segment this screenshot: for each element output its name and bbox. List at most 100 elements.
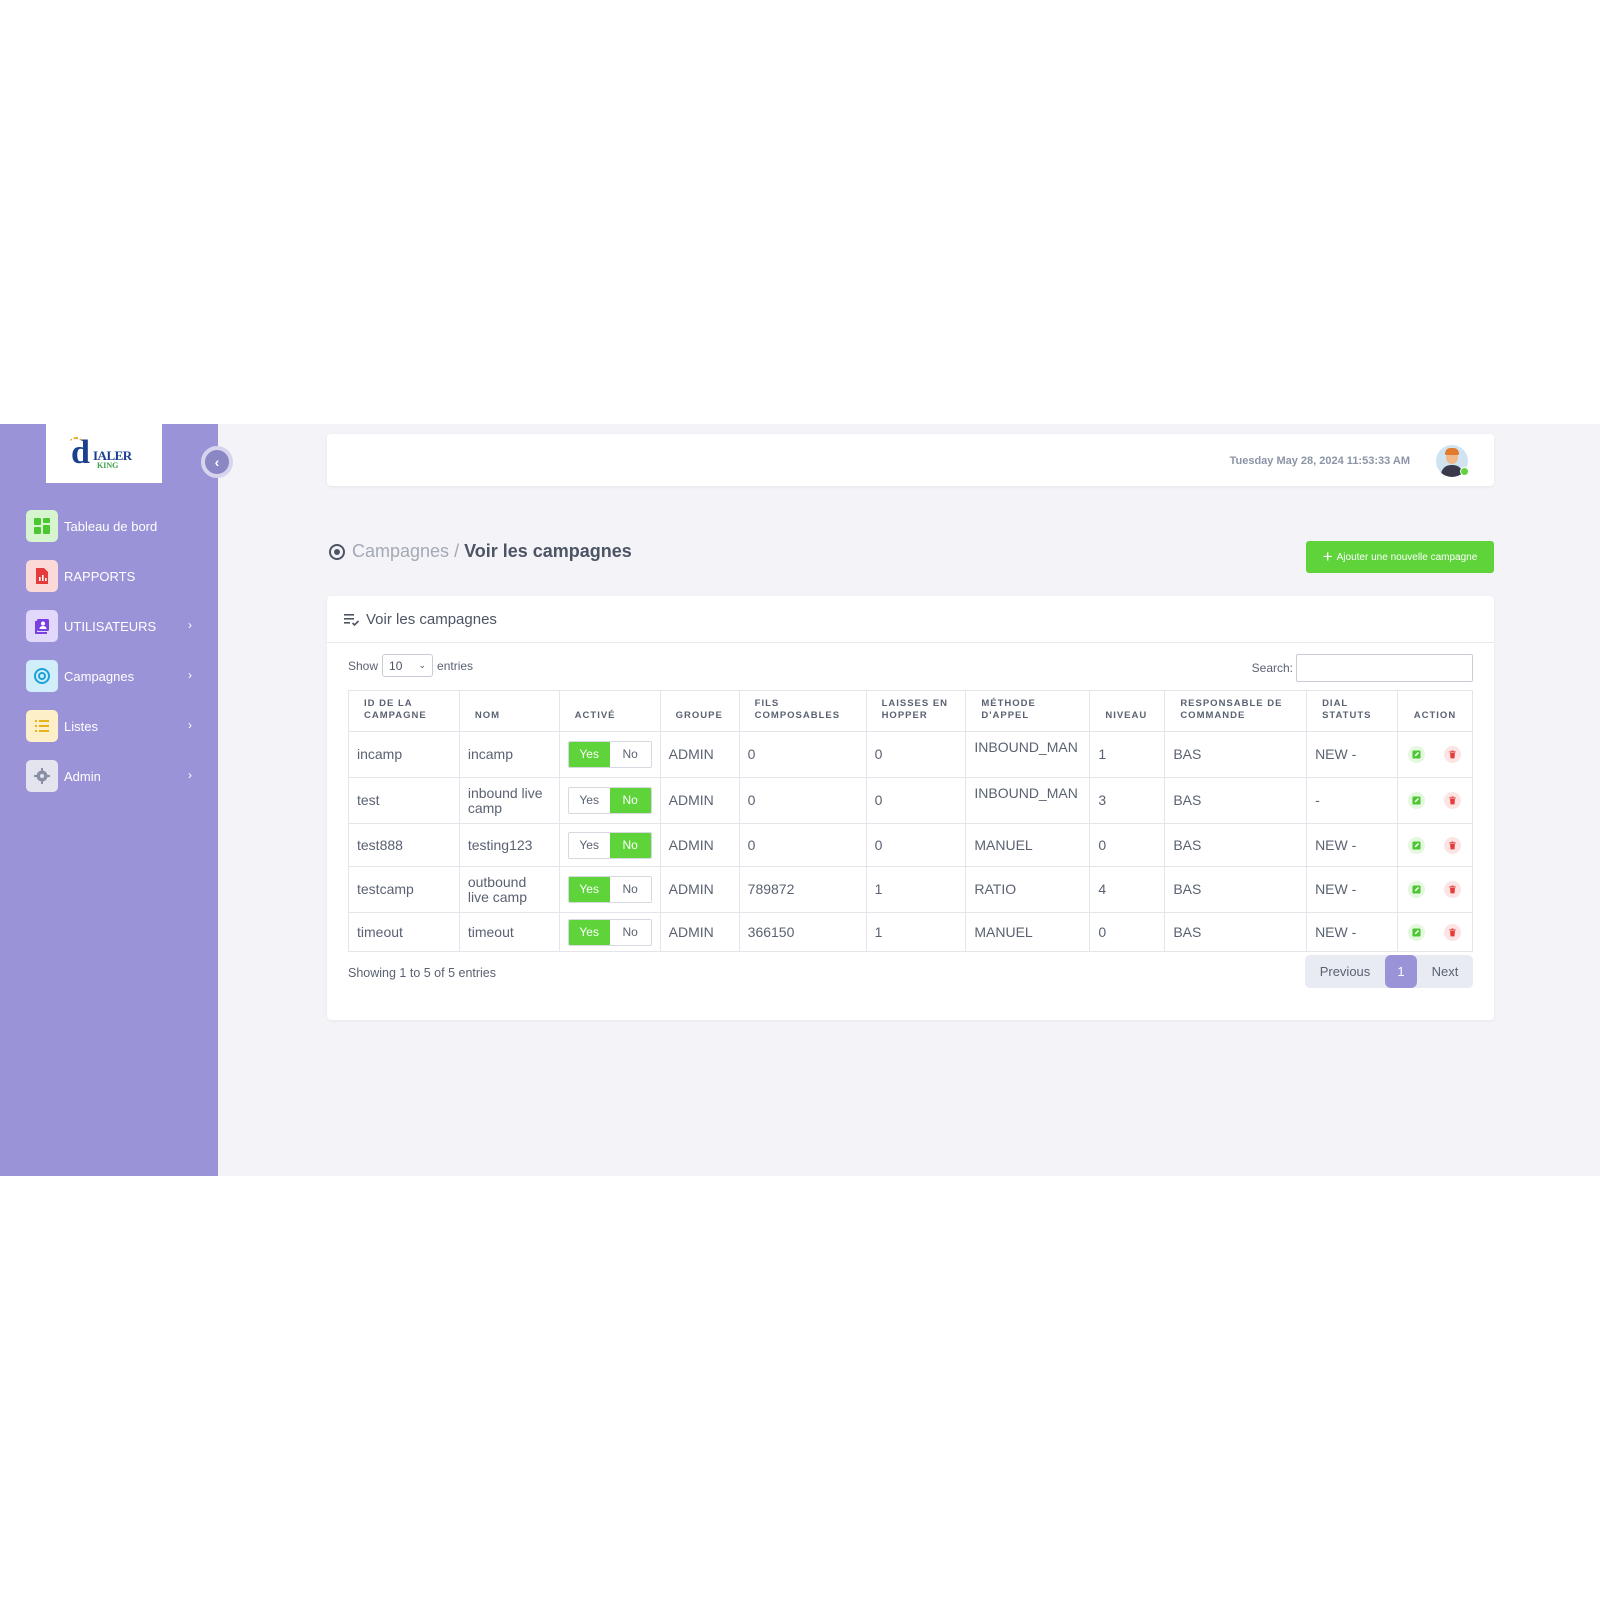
- logo[interactable]: d IALER KING: [46, 424, 162, 483]
- add-campaign-button[interactable]: + Ajouter une nouvelle campagne: [1306, 541, 1494, 573]
- active-toggle[interactable]: Yes No: [567, 918, 652, 946]
- cell-methode: MANUEL: [965, 912, 1091, 952]
- toggle-yes[interactable]: Yes: [568, 742, 610, 767]
- cell-actions: [1396, 777, 1474, 824]
- delete-button[interactable]: [1444, 746, 1462, 763]
- toggle-no[interactable]: No: [609, 877, 651, 902]
- chevron-right-icon: ›: [188, 668, 192, 682]
- sidebar-item-campagnes[interactable]: Campagnes ›: [26, 651, 198, 701]
- column-header[interactable]: Méthode d'appel: [965, 690, 1091, 732]
- previous-page-button[interactable]: Previous: [1305, 964, 1385, 979]
- cell-responsable: BAS: [1164, 777, 1308, 824]
- sidebar-nav: Tableau de bord RAPPORTS UTILISATEURS ›: [26, 501, 198, 801]
- sidebar-item-listes[interactable]: Listes ›: [26, 701, 198, 751]
- delete-button[interactable]: [1444, 792, 1462, 809]
- column-header[interactable]: Laisses en hopper: [865, 690, 967, 732]
- delete-button[interactable]: [1444, 836, 1462, 854]
- logo-letter: d: [71, 433, 90, 471]
- trash-icon: [1449, 927, 1457, 936]
- active-toggle[interactable]: Yes No: [567, 741, 652, 768]
- cell-hopper: 0: [865, 823, 967, 867]
- column-header[interactable]: Nom: [458, 690, 560, 732]
- cell-methode: MANUEL: [965, 823, 1091, 867]
- toggle-no[interactable]: No: [609, 788, 651, 813]
- delete-button[interactable]: [1444, 923, 1462, 941]
- active-toggle[interactable]: Yes No: [567, 876, 652, 903]
- cell-fils: 789872: [738, 866, 867, 913]
- column-header[interactable]: Activé: [558, 690, 661, 732]
- sidebar-item-label: Admin: [64, 768, 101, 784]
- toggle-yes[interactable]: Yes: [568, 919, 610, 945]
- cell-id: timeout: [348, 912, 460, 952]
- column-header[interactable]: Niveau: [1089, 690, 1166, 732]
- column-header[interactable]: Fils composables: [738, 690, 867, 732]
- sidebar-item-label: Tableau de bord: [64, 518, 158, 534]
- toggle-yes[interactable]: Yes: [568, 788, 610, 813]
- delete-button[interactable]: [1444, 881, 1462, 898]
- gear-icon: [26, 760, 58, 792]
- cell-statuts: -: [1306, 777, 1398, 824]
- toggle-no[interactable]: No: [609, 832, 651, 858]
- edit-button[interactable]: [1408, 746, 1426, 763]
- edit-button[interactable]: [1408, 923, 1426, 941]
- toggle-yes[interactable]: Yes: [568, 877, 610, 902]
- cell-groupe: ADMIN: [659, 912, 740, 952]
- sidebar-item-utilisateurs[interactable]: UTILISATEURS ›: [26, 601, 198, 651]
- page-1-button[interactable]: 1: [1385, 955, 1417, 988]
- page-length-select[interactable]: 10 ⌄: [382, 654, 434, 677]
- toggle-yes[interactable]: Yes: [568, 832, 610, 858]
- pagination: Previous 1 Next: [1305, 955, 1473, 988]
- sidebar-collapse-button[interactable]: ‹: [201, 446, 233, 478]
- cell-niveau: 0: [1089, 912, 1166, 952]
- edit-button[interactable]: [1408, 881, 1426, 898]
- active-toggle[interactable]: Yes No: [567, 787, 652, 814]
- cell-niveau: 0: [1089, 823, 1166, 867]
- entries-label: entries: [437, 658, 474, 673]
- campaigns-card: Voir les campagnes Show 10 ⌄ entries Sea…: [327, 596, 1494, 1020]
- cell-nom: inbound live camp: [458, 777, 560, 824]
- chevron-right-icon: ›: [188, 718, 192, 732]
- toggle-no[interactable]: No: [609, 919, 651, 945]
- cell-fils: 366150: [738, 912, 867, 952]
- search-label: Search:: [1251, 661, 1293, 675]
- active-toggle[interactable]: Yes No: [567, 831, 652, 859]
- page-length-value: 10: [389, 658, 403, 673]
- sidebar-item-dashboard[interactable]: Tableau de bord: [26, 501, 198, 551]
- cell-fils: 0: [738, 823, 867, 867]
- trash-icon: [1449, 750, 1457, 759]
- table-row: timeout timeout Yes No ADMIN 366150 1 MAN…: [348, 912, 1474, 952]
- cell-active: Yes No: [558, 731, 661, 778]
- column-header[interactable]: Groupe: [659, 690, 740, 732]
- sidebar-item-admin[interactable]: Admin ›: [26, 751, 198, 801]
- cell-hopper: 1: [865, 866, 967, 913]
- breadcrumb-root[interactable]: Campagnes: [352, 541, 449, 562]
- column-header[interactable]: Responsable de commande: [1164, 690, 1308, 732]
- cell-id: test: [348, 777, 460, 824]
- column-header[interactable]: Dial statuts: [1306, 690, 1398, 732]
- breadcrumb: Campagnes / Voir les campagnes: [328, 541, 632, 562]
- campaigns-table: ID de la campagne Nom Activé Groupe Fils…: [348, 690, 1474, 952]
- search-input[interactable]: [1296, 654, 1473, 682]
- cell-fils: 0: [738, 777, 867, 824]
- top-bar: Tuesday May 28, 2024 11:53:33 AM: [327, 434, 1494, 486]
- brand-logo: d IALER KING: [69, 434, 139, 474]
- edit-button[interactable]: [1408, 836, 1426, 854]
- sidebar: d IALER KING ‹ Tableau de bord RAPPORTS: [0, 424, 233, 1176]
- app-window: d IALER KING ‹ Tableau de bord RAPPORTS: [0, 424, 1600, 1176]
- edit-button[interactable]: [1408, 792, 1426, 809]
- toggle-no[interactable]: No: [609, 742, 651, 767]
- cell-actions: [1396, 731, 1474, 778]
- cell-groupe: ADMIN: [659, 731, 740, 778]
- page-length-control: Show 10 ⌄ entries: [348, 654, 473, 677]
- cell-responsable: BAS: [1164, 866, 1308, 913]
- card-header: Voir les campagnes: [327, 596, 1494, 643]
- cell-hopper: 0: [865, 777, 967, 824]
- cell-id: testcamp: [348, 866, 460, 913]
- cell-groupe: ADMIN: [659, 866, 740, 913]
- cell-niveau: 3: [1089, 777, 1166, 824]
- sidebar-item-rapports[interactable]: RAPPORTS: [26, 551, 198, 601]
- breadcrumb-separator: /: [454, 541, 460, 561]
- next-page-button[interactable]: Next: [1417, 964, 1473, 979]
- column-header[interactable]: ID de la campagne: [348, 690, 460, 732]
- cell-statuts: NEW -: [1306, 912, 1398, 952]
